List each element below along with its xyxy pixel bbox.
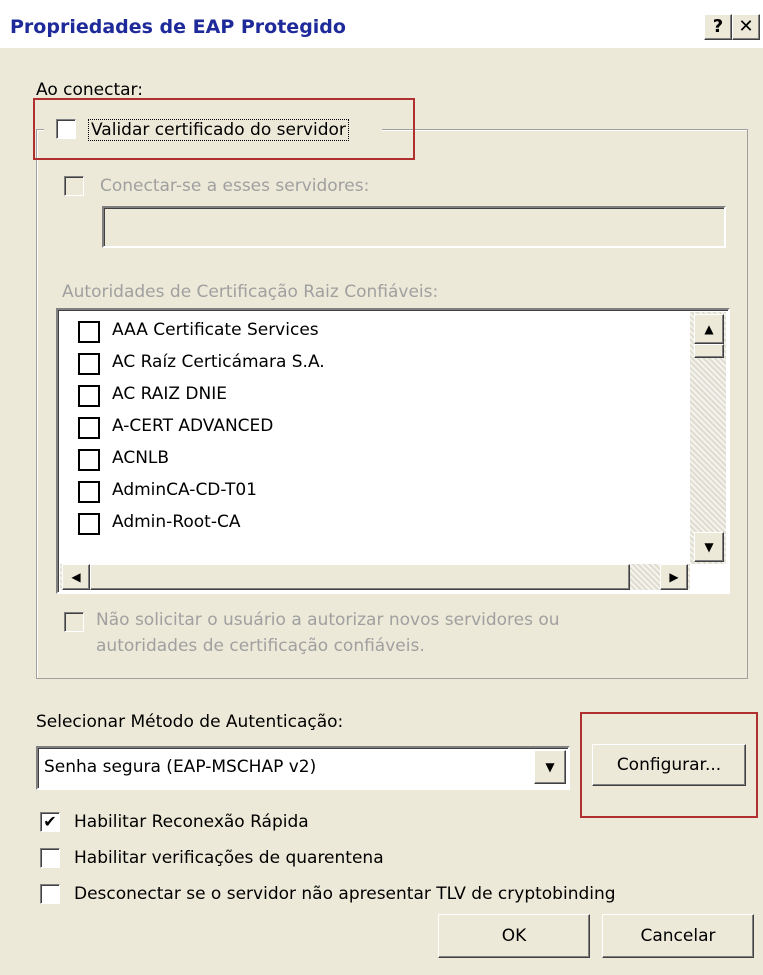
ca-name: A-CERT ADVANCED: [112, 416, 274, 436]
annotation-frame-configure: [580, 712, 758, 818]
auth-method-select[interactable]: Senha segura (EAP-MSCHAP v2) ▼: [36, 746, 570, 790]
ca-checkbox[interactable]: [78, 321, 100, 343]
ok-button-label: OK: [501, 926, 527, 946]
no-prompt-label-line2: autoridades de certificação confiáveis.: [96, 636, 425, 656]
ca-checkbox[interactable]: [78, 353, 100, 375]
ca-name: Admin-Root-CA: [112, 512, 241, 532]
scroll-left-icon[interactable]: ◀: [62, 564, 90, 590]
ok-button[interactable]: OK: [438, 914, 590, 958]
fast-reconnect-label: Habilitar Reconexão Rápida: [74, 812, 309, 832]
window-title: Propriedades de EAP Protegido: [10, 16, 346, 38]
ca-name: AAA Certificate Services: [112, 320, 319, 340]
vertical-scrollbar[interactable]: ▲ ▼: [690, 312, 726, 564]
title-bar: Propriedades de EAP Protegido ? ✕: [0, 0, 763, 48]
cancel-button-label: Cancelar: [640, 926, 716, 946]
ca-checkbox[interactable]: [78, 385, 100, 407]
ca-checkbox[interactable]: [78, 449, 100, 471]
ca-checkbox[interactable]: [78, 513, 100, 535]
ca-checkbox[interactable]: [78, 417, 100, 439]
fast-reconnect-checkbox[interactable]: ✔: [40, 812, 60, 832]
trusted-roots-label: Autoridades de Certificação Raiz Confiáv…: [62, 282, 439, 302]
ca-checkbox[interactable]: [78, 481, 100, 503]
scroll-thumb[interactable]: [694, 344, 724, 358]
no-prompt-checkbox[interactable]: [64, 612, 84, 632]
horizontal-scrollbar[interactable]: ◀ ▶: [60, 564, 690, 590]
scroll-right-icon[interactable]: ▶: [660, 564, 688, 590]
cancel-button[interactable]: Cancelar: [602, 914, 754, 958]
connect-servers-checkbox[interactable]: [64, 176, 84, 196]
help-button[interactable]: ?: [704, 14, 732, 40]
cryptobinding-label: Desconectar se o servidor não apresentar…: [74, 884, 616, 904]
annotation-frame-validate: [33, 98, 415, 160]
auth-method-label: Selecionar Método de Autenticação:: [36, 712, 344, 732]
ca-listbox[interactable]: AAA Certificate Services AC Raíz Certicá…: [56, 308, 730, 594]
auth-method-value: Senha segura (EAP-MSCHAP v2): [44, 757, 317, 777]
scroll-up-icon[interactable]: ▲: [694, 314, 724, 344]
on-connect-heading: Ao conectar:: [36, 80, 143, 100]
quarantine-checkbox[interactable]: [40, 848, 60, 868]
connect-servers-label: Conectar-se a esses servidores:: [100, 176, 370, 196]
no-prompt-label-line1: Não solicitar o usuário a autorizar novo…: [96, 610, 560, 630]
scroll-thumb-horizontal[interactable]: [90, 564, 630, 590]
chevron-down-icon[interactable]: ▼: [534, 750, 566, 784]
servers-input[interactable]: [102, 206, 726, 248]
ca-name: AC RAIZ DNIE: [112, 384, 227, 404]
ca-name: ACNLB: [112, 448, 170, 468]
ca-name: AC Raíz Certicámara S.A.: [112, 352, 325, 372]
cryptobinding-checkbox[interactable]: [40, 884, 60, 904]
ca-name: AdminCA-CD-T01: [112, 480, 257, 500]
scroll-down-icon[interactable]: ▼: [694, 532, 724, 562]
quarantine-label: Habilitar verificações de quarentena: [74, 848, 384, 868]
close-button[interactable]: ✕: [732, 14, 760, 40]
